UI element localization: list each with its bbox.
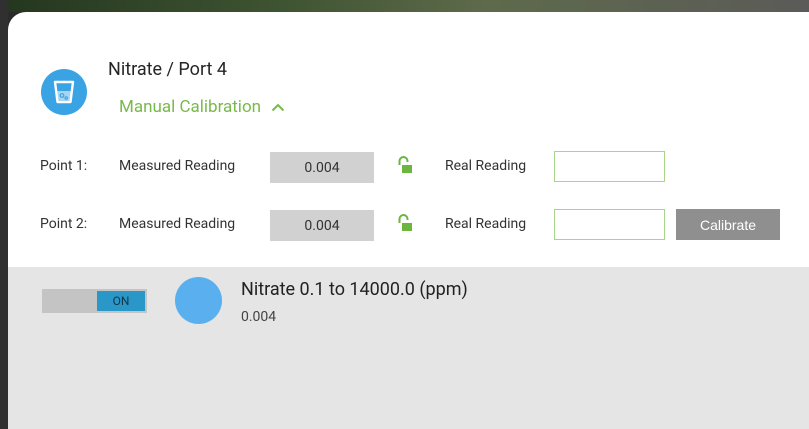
background-edge (0, 0, 8, 429)
sensor-color-indicator[interactable] (175, 277, 222, 324)
calibration-point-row: Point 1: Measured Reading 0.004 Real Rea… (8, 150, 809, 184)
real-reading-label: Real Reading (445, 216, 527, 232)
chevron-up-icon (271, 97, 285, 117)
manual-calibration-toggle[interactable]: Manual Calibration (119, 97, 285, 117)
sensor-panel: ON Nitrate 0.1 to 14000.0 (ppm) 0.004 (8, 267, 809, 429)
calibrate-button[interactable]: Calibrate (676, 209, 780, 240)
real-reading-label: Real Reading (445, 158, 527, 174)
sensor-dialog: Nitrate / Port 4 Manual Calibration Poin… (8, 12, 809, 429)
unlock-icon[interactable] (397, 213, 413, 237)
sensor-name: Nitrate 0.1 to 14000.0 (ppm) (241, 279, 468, 300)
measured-reading-value: 0.004 (270, 210, 374, 241)
switch-state-label: ON (97, 291, 145, 311)
sensor-reading-value: 0.004 (241, 309, 277, 325)
measured-reading-value: 0.004 (270, 152, 374, 183)
real-reading-input[interactable] (554, 209, 665, 240)
point-label: Point 1: (40, 158, 88, 174)
unlock-icon[interactable] (397, 155, 413, 179)
manual-calibration-label: Manual Calibration (119, 97, 262, 117)
real-reading-input[interactable] (554, 151, 665, 182)
measured-reading-label: Measured Reading (119, 158, 236, 174)
measured-reading-label: Measured Reading (119, 216, 236, 232)
page-title: Nitrate / Port 4 (108, 59, 227, 80)
background-strip (0, 0, 809, 12)
point-label: Point 2: (40, 216, 88, 232)
sensor-on-switch[interactable]: ON (42, 289, 147, 313)
water-glass-icon (41, 69, 87, 115)
